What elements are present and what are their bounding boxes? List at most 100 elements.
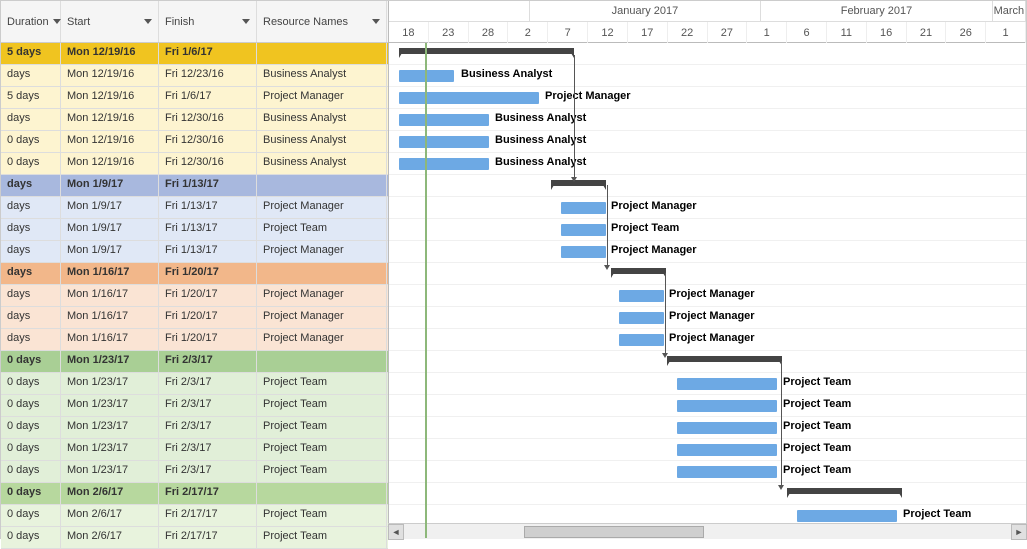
cell[interactable]: 0 days [1, 351, 61, 372]
gantt-row[interactable]: Business Analyst [389, 65, 1026, 87]
cell[interactable]: Project Team [257, 505, 387, 526]
cell[interactable]: Project Team [257, 417, 387, 438]
gantt-row[interactable]: Project Manager [389, 241, 1026, 263]
cell[interactable]: 0 days [1, 417, 61, 438]
gantt-chart[interactable]: January 2017February 2017March 182328271… [389, 1, 1026, 538]
cell[interactable]: Mon 1/23/17 [61, 395, 159, 416]
table-row[interactable]: daysMon 12/19/16Fri 12/30/16Business Ana… [1, 109, 388, 131]
task-bar[interactable] [399, 158, 489, 170]
cell[interactable]: 0 days [1, 505, 61, 526]
cell[interactable]: Mon 1/9/17 [61, 241, 159, 262]
task-bar[interactable] [399, 136, 489, 148]
table-row[interactable]: 0 daysMon 12/19/16Fri 12/30/16Business A… [1, 131, 388, 153]
table-row[interactable]: 0 daysMon 1/23/17Fri 2/3/17Project Team [1, 417, 388, 439]
summary-bar[interactable] [611, 268, 666, 274]
cell[interactable]: Mon 1/16/17 [61, 307, 159, 328]
cell[interactable]: Mon 12/19/16 [61, 153, 159, 174]
cell[interactable]: days [1, 329, 61, 350]
cell[interactable]: Project Manager [257, 241, 387, 262]
cell[interactable]: Business Analyst [257, 109, 387, 130]
cell[interactable]: Mon 2/6/17 [61, 505, 159, 526]
cell[interactable]: Mon 12/19/16 [61, 109, 159, 130]
cell[interactable]: Project Manager [257, 197, 387, 218]
gantt-row[interactable]: Project Manager [389, 307, 1026, 329]
cell[interactable]: Fri 1/20/17 [159, 285, 257, 306]
cell[interactable]: Fri 2/17/17 [159, 483, 257, 504]
gantt-row[interactable]: Project Team [389, 417, 1026, 439]
task-bar[interactable] [677, 422, 777, 434]
table-row[interactable]: daysMon 1/16/17Fri 1/20/17 [1, 263, 388, 285]
dropdown-icon[interactable] [372, 19, 380, 24]
cell[interactable]: Fri 1/13/17 [159, 219, 257, 240]
summary-bar[interactable] [667, 356, 782, 362]
gantt-row[interactable]: Project Manager [389, 329, 1026, 351]
gantt-row[interactable]: Business Analyst [389, 153, 1026, 175]
scroll-thumb[interactable] [524, 526, 704, 538]
cell[interactable]: Mon 1/23/17 [61, 439, 159, 460]
cell[interactable]: Fri 2/3/17 [159, 461, 257, 482]
task-bar[interactable] [561, 202, 606, 214]
table-row[interactable]: 0 daysMon 1/23/17Fri 2/3/17Project Team [1, 461, 388, 483]
table-row[interactable]: 0 daysMon 1/23/17Fri 2/3/17Project Team [1, 439, 388, 461]
cell[interactable]: days [1, 285, 61, 306]
task-bar[interactable] [399, 114, 489, 126]
dropdown-icon[interactable] [144, 19, 152, 24]
table-row[interactable]: daysMon 1/9/17Fri 1/13/17 [1, 175, 388, 197]
cell[interactable]: Project Team [257, 461, 387, 482]
cell[interactable]: Fri 1/20/17 [159, 263, 257, 284]
table-row[interactable]: 0 daysMon 12/19/16Fri 12/30/16Business A… [1, 153, 388, 175]
cell[interactable]: Mon 1/9/17 [61, 197, 159, 218]
cell[interactable]: 5 days [1, 87, 61, 108]
cell[interactable]: Fri 2/3/17 [159, 373, 257, 394]
cell[interactable]: Fri 12/30/16 [159, 131, 257, 152]
cell[interactable]: Fri 2/3/17 [159, 439, 257, 460]
cell[interactable]: Fri 1/13/17 [159, 241, 257, 262]
gantt-row[interactable]: Project Manager [389, 285, 1026, 307]
task-bar[interactable] [677, 466, 777, 478]
cell[interactable]: 0 days [1, 527, 61, 548]
gantt-row[interactable]: Business Analyst [389, 131, 1026, 153]
cell[interactable]: Fri 12/30/16 [159, 153, 257, 174]
cell[interactable]: Mon 1/9/17 [61, 175, 159, 196]
cell[interactable]: Mon 12/19/16 [61, 65, 159, 86]
cell[interactable]: Mon 1/16/17 [61, 285, 159, 306]
table-row[interactable]: 0 daysMon 2/6/17Fri 2/17/17Project Team [1, 505, 388, 527]
cell[interactable]: Mon 1/16/17 [61, 263, 159, 284]
cell[interactable]: Fri 2/3/17 [159, 395, 257, 416]
cell[interactable]: Mon 1/23/17 [61, 461, 159, 482]
cell[interactable]: Fri 1/6/17 [159, 87, 257, 108]
task-bar[interactable] [561, 246, 606, 258]
cell[interactable]: days [1, 263, 61, 284]
gantt-row[interactable] [389, 351, 1026, 373]
cell[interactable]: Project Manager [257, 329, 387, 350]
gantt-row[interactable]: Project Team [389, 439, 1026, 461]
task-bar[interactable] [677, 444, 777, 456]
cell[interactable]: Fri 1/20/17 [159, 307, 257, 328]
cell[interactable]: 0 days [1, 395, 61, 416]
cell[interactable]: 5 days [1, 43, 61, 64]
gantt-row[interactable] [389, 483, 1026, 505]
cell[interactable]: Mon 2/6/17 [61, 527, 159, 548]
column-header-duration[interactable]: Duration [1, 1, 61, 42]
column-header-start[interactable]: Start [61, 1, 159, 42]
gantt-row[interactable] [389, 263, 1026, 285]
cell[interactable]: Fri 1/13/17 [159, 197, 257, 218]
table-row[interactable]: 0 daysMon 2/6/17Fri 2/17/17Project Team [1, 527, 388, 549]
cell[interactable] [257, 483, 387, 504]
gantt-row[interactable]: Business Analyst [389, 109, 1026, 131]
table-row[interactable]: 5 daysMon 12/19/16Fri 1/6/17 [1, 43, 388, 65]
gantt-row[interactable] [389, 175, 1026, 197]
column-header-finish[interactable]: Finish [159, 1, 257, 42]
cell[interactable]: Project Team [257, 527, 387, 548]
table-row[interactable]: 5 daysMon 12/19/16Fri 1/6/17Project Mana… [1, 87, 388, 109]
dropdown-icon[interactable] [242, 19, 250, 24]
cell[interactable]: Fri 1/20/17 [159, 329, 257, 350]
summary-bar[interactable] [551, 180, 606, 186]
cell[interactable]: 0 days [1, 483, 61, 504]
gantt-row[interactable]: Project Team [389, 219, 1026, 241]
table-row[interactable]: 0 daysMon 1/23/17Fri 2/3/17Project Team [1, 373, 388, 395]
table-row[interactable]: 0 daysMon 1/23/17Fri 2/3/17 [1, 351, 388, 373]
task-bar[interactable] [619, 312, 664, 324]
cell[interactable]: Fri 1/6/17 [159, 43, 257, 64]
cell[interactable] [257, 263, 387, 284]
